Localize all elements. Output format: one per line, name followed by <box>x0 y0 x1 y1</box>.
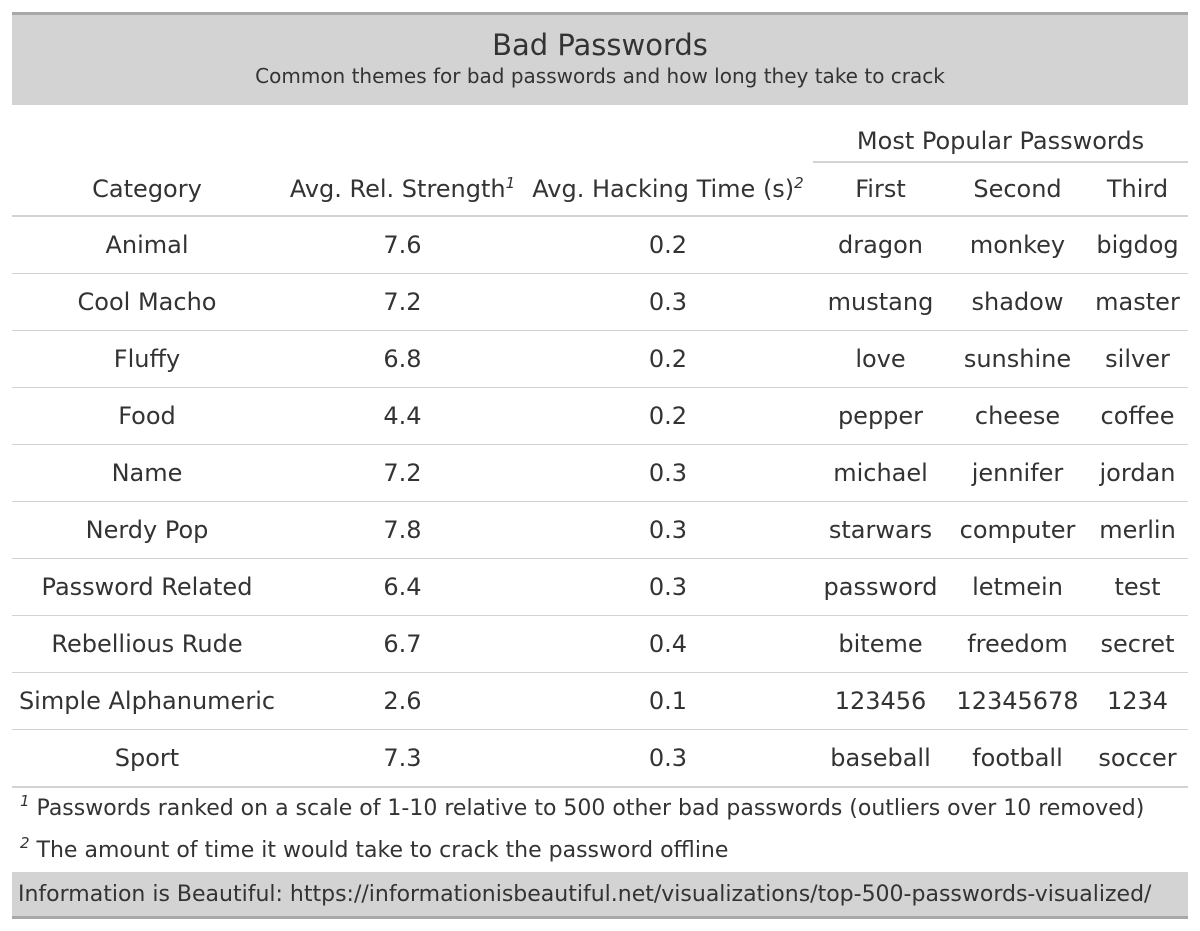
column-header-first: First <box>813 161 948 217</box>
cell-strength: 6.7 <box>282 615 523 673</box>
footnotes: 1 Passwords ranked on a scale of 1-10 re… <box>12 788 1188 874</box>
cell-time: 0.3 <box>523 444 813 502</box>
cell-strength: 2.6 <box>282 672 523 730</box>
spanner-row: Most Popular Passwords <box>12 105 1188 162</box>
cell-second: shadow <box>948 273 1087 331</box>
cell-time: 0.1 <box>523 672 813 730</box>
cell-second: sunshine <box>948 330 1087 388</box>
cell-first: 123456 <box>813 672 948 730</box>
cell-category: Name <box>12 444 282 502</box>
table-row: Animal 7.6 0.2 dragon monkey bigdog <box>12 216 1188 274</box>
table-row: Simple Alphanumeric 2.6 0.1 123456 12345678 1… <box>12 672 1188 730</box>
cell-third: master <box>1087 273 1188 331</box>
table-title: Bad Passwords <box>492 28 708 62</box>
cell-time: 0.3 <box>523 729 813 788</box>
column-header-row: Category Avg. Rel. Strength1 Avg. Hackin… <box>12 161 1188 217</box>
cell-category: Rebellious Rude <box>12 615 282 673</box>
cell-category: Simple Alphanumeric <box>12 672 282 730</box>
column-header-strength: Avg. Rel. Strength1 <box>282 162 523 217</box>
spanner-label: Most Popular Passwords <box>856 127 1145 155</box>
cell-second: monkey <box>948 216 1087 274</box>
table-body: Animal 7.6 0.2 dragon monkey bigdog Cool Macho… <box>12 216 1188 788</box>
cell-second: 12345678 <box>948 672 1087 730</box>
bottom-rule <box>12 916 1188 919</box>
cell-category: Fluffy <box>12 330 282 388</box>
cell-second: letmein <box>948 558 1087 616</box>
column-header-category: Category <box>12 162 282 217</box>
table-row: Password Related 6.4 0.3 password letmein tes… <box>12 558 1188 616</box>
cell-second: football <box>948 729 1087 788</box>
cell-second: cheese <box>948 387 1087 445</box>
cell-strength: 6.4 <box>282 558 523 616</box>
cell-third: coffee <box>1087 387 1188 445</box>
table-row: Food 4.4 0.2 pepper cheese coffee <box>12 387 1188 445</box>
footnote-mark: 2 <box>20 834 30 852</box>
column-header-second: Second <box>948 161 1087 217</box>
cell-third: bigdog <box>1087 216 1188 274</box>
passwords-table: Most Popular Passwords Category Avg. Rel… <box>12 105 1188 788</box>
cell-time: 0.2 <box>523 330 813 388</box>
cell-strength: 7.3 <box>282 729 523 788</box>
cell-first: password <box>813 558 948 616</box>
cell-third: 1234 <box>1087 672 1188 730</box>
table-row: Rebellious Rude 6.7 0.4 biteme freedom secret <box>12 615 1188 673</box>
cell-time: 0.3 <box>523 273 813 331</box>
cell-first: baseball <box>813 729 948 788</box>
cell-time: 0.4 <box>523 615 813 673</box>
footnote-1: 1 Passwords ranked on a scale of 1-10 re… <box>20 792 1145 822</box>
cell-category: Food <box>12 387 282 445</box>
cell-third: soccer <box>1087 729 1188 788</box>
cell-time: 0.3 <box>523 501 813 559</box>
table-row: Nerdy Pop 7.8 0.3 starwars computer merlin <box>12 501 1188 559</box>
cell-strength: 6.8 <box>282 330 523 388</box>
cell-first: pepper <box>813 387 948 445</box>
cell-first: starwars <box>813 501 948 559</box>
source-note: Information is Beautiful: https://inform… <box>12 874 1188 916</box>
cell-second: jennifer <box>948 444 1087 502</box>
cell-first: michael <box>813 444 948 502</box>
cell-category: Cool Macho <box>12 273 282 331</box>
cell-first: love <box>813 330 948 388</box>
cell-first: mustang <box>813 273 948 331</box>
cell-second: computer <box>948 501 1087 559</box>
column-spanner: Most Popular Passwords <box>813 105 1188 162</box>
cell-first: biteme <box>813 615 948 673</box>
cell-time: 0.2 <box>523 387 813 445</box>
cell-strength: 7.8 <box>282 501 523 559</box>
cell-third: merlin <box>1087 501 1188 559</box>
cell-category: Animal <box>12 216 282 274</box>
table-subtitle: Common themes for bad passwords and how … <box>255 64 945 88</box>
passwords-table-container: Bad Passwords Common themes for bad pass… <box>12 12 1188 919</box>
cell-first: dragon <box>813 216 948 274</box>
cell-category: Sport <box>12 729 282 788</box>
cell-third: test <box>1087 558 1188 616</box>
table-row: Cool Macho 7.2 0.3 mustang shadow master <box>12 273 1188 331</box>
cell-third: silver <box>1087 330 1188 388</box>
cell-strength: 7.2 <box>282 273 523 331</box>
table-row: Fluffy 6.8 0.2 love sunshine silver <box>12 330 1188 388</box>
cell-second: freedom <box>948 615 1087 673</box>
cell-strength: 7.6 <box>282 216 523 274</box>
cell-strength: 4.4 <box>282 387 523 445</box>
column-header-time: Avg. Hacking Time (s)2 <box>523 162 813 217</box>
cell-strength: 7.2 <box>282 444 523 502</box>
table-header: Bad Passwords Common themes for bad pass… <box>12 15 1188 105</box>
cell-time: 0.3 <box>523 558 813 616</box>
footnote-mark: 2 <box>794 173 804 192</box>
table-row: Name 7.2 0.3 michael jennifer jordan <box>12 444 1188 502</box>
cell-third: secret <box>1087 615 1188 673</box>
cell-category: Nerdy Pop <box>12 501 282 559</box>
table-row: Sport 7.3 0.3 baseball football soccer <box>12 729 1188 788</box>
footnote-mark: 1 <box>505 173 516 192</box>
footnote-mark: 1 <box>20 792 30 810</box>
cell-category: Password Related <box>12 558 282 616</box>
cell-third: jordan <box>1087 444 1188 502</box>
column-header-third: Third <box>1087 161 1188 217</box>
cell-time: 0.2 <box>523 216 813 274</box>
footnote-2: 2 The amount of time it would take to cr… <box>20 834 729 864</box>
